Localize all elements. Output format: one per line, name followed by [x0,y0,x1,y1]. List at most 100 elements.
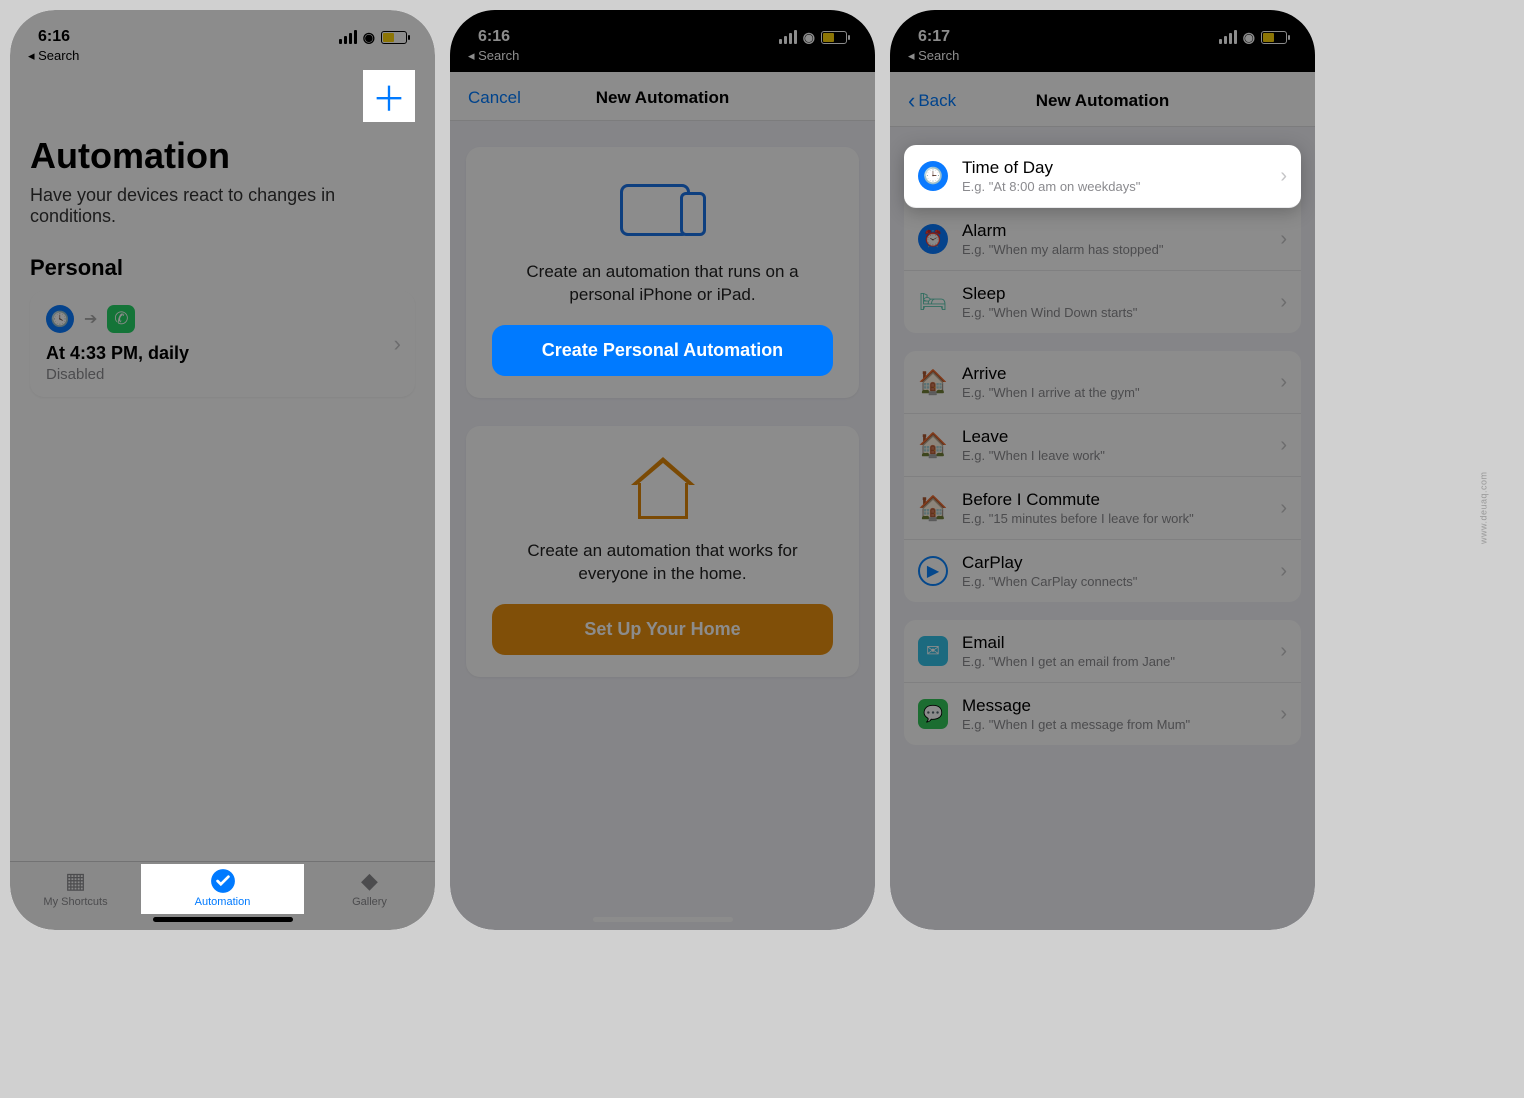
tab-my-shortcuts[interactable]: ▦ My Shortcuts [10,870,141,908]
row-subtitle: E.g. "When CarPlay connects" [962,574,1280,589]
row-title: Before I Commute [962,490,1280,510]
automation-card-status: Disabled [46,366,399,383]
phone-screen-2: 6:16 ◉ ◂ Search Cancel New Automation Cr… [450,10,875,930]
devices-icon [620,175,706,245]
chevron-right-icon: › [1280,640,1287,663]
automation-card-title: At 4:33 PM, daily [46,343,399,364]
personal-automation-card: Create an automation that runs on a pers… [466,147,859,398]
automation-icon [209,870,237,892]
trigger-group-time: 🕒 Time of Day E.g. "At 8:00 am on weekda… [904,145,1301,333]
row-title: Email [962,633,1280,653]
row-subtitle: E.g. "When Wind Down starts" [962,305,1280,320]
trigger-email[interactable]: ✉ Email E.g. "When I get an email from J… [904,620,1301,683]
chevron-right-icon: › [1280,371,1287,394]
trigger-sleep[interactable]: 🛏 Sleep E.g. "When Wind Down starts" › [904,271,1301,333]
personal-card-text: Create an automation that runs on a pers… [492,261,833,307]
clock-icon: 🕓 [46,305,74,333]
chevron-right-icon: › [1280,497,1287,520]
status-indicators: ◉ [779,29,847,46]
commute-icon: 🏠 [918,493,948,523]
trigger-before-commute[interactable]: 🏠 Before I Commute E.g. "15 minutes befo… [904,477,1301,540]
row-subtitle: E.g. "When I get a message from Mum" [962,717,1280,732]
home-card-text: Create an automation that works for ever… [492,540,833,586]
status-bar: 6:16 ◉ [450,10,875,48]
trigger-time-of-day[interactable]: 🕒 Time of Day E.g. "At 8:00 am on weekda… [904,145,1301,208]
status-time: 6:16 [478,28,510,46]
home-automation-card: Create an automation that works for ever… [466,426,859,677]
chevron-right-icon: › [1280,703,1287,726]
home-icon [633,454,693,524]
chevron-right-icon: › [1280,291,1287,314]
trigger-carplay[interactable]: ▶ CarPlay E.g. "When CarPlay connects" › [904,540,1301,602]
row-title: Arrive [962,364,1280,384]
row-title: CarPlay [962,553,1280,573]
row-subtitle: E.g. "When I arrive at the gym" [962,385,1280,400]
watermark: www.deuaq.com [1479,471,1489,544]
row-subtitle: E.g. "When I get an email from Jane" [962,654,1280,669]
wifi-icon: ◉ [1243,29,1255,46]
grid-icon: ▦ [62,870,90,892]
trigger-group-comm: ✉ Email E.g. "When I get an email from J… [904,620,1301,745]
status-bar: 6:16 ◉ [10,10,435,48]
battery-icon [381,31,407,44]
signal-icon [339,30,357,44]
wifi-icon: ◉ [803,29,815,46]
automation-card[interactable]: 🕓 ➔ ✆ At 4:33 PM, daily Disabled › [30,291,415,397]
trigger-alarm[interactable]: ⏰ Alarm E.g. "When my alarm has stopped"… [904,208,1301,271]
back-label: Back [918,91,956,111]
row-title: Leave [962,427,1280,447]
row-title: Alarm [962,221,1280,241]
chevron-right-icon: › [1280,560,1287,583]
status-time: 6:16 [38,28,70,46]
status-bar: 6:17 ◉ [890,10,1315,48]
chevron-right-icon: › [1280,228,1287,251]
battery-icon [1261,31,1287,44]
row-subtitle: E.g. "When I leave work" [962,448,1280,463]
home-indicator[interactable] [153,917,293,922]
tab-automation[interactable]: Automation [141,864,304,914]
trigger-arrive[interactable]: 🏠 Arrive E.g. "When I arrive at the gym"… [904,351,1301,414]
nav-title: New Automation [596,88,729,108]
row-subtitle: E.g. "At 8:00 am on weekdays" [962,179,1280,194]
status-indicators: ◉ [339,29,407,46]
nav-bar: ‹ Back New Automation [890,72,1315,127]
page-title: Automation [30,135,415,177]
add-automation-button[interactable]: ＋ [363,70,415,122]
back-to-search[interactable]: ◂ Search [890,48,1315,72]
email-icon: ✉ [918,636,948,666]
chevron-right-icon: › [1280,165,1287,188]
status-time: 6:17 [918,28,950,46]
create-personal-automation-button[interactable]: Create Personal Automation [492,325,833,376]
phone-screen-3: 6:17 ◉ ◂ Search ‹ Back New Automation 🕒 … [890,10,1315,930]
tab-label: Gallery [352,896,387,908]
chevron-right-icon: › [394,331,401,357]
home-indicator[interactable] [593,917,733,922]
row-subtitle: E.g. "When my alarm has stopped" [962,242,1280,257]
chevron-left-icon: ‹ [908,88,915,114]
back-to-search[interactable]: ◂ Search [10,48,435,70]
arrive-icon: 🏠 [918,367,948,397]
tab-gallery[interactable]: ◆ Gallery [304,870,435,908]
status-indicators: ◉ [1219,29,1287,46]
trigger-leave[interactable]: 🏠 Leave E.g. "When I leave work" › [904,414,1301,477]
trigger-group-location: 🏠 Arrive E.g. "When I arrive at the gym"… [904,351,1301,602]
back-to-search[interactable]: ◂ Search [450,48,875,72]
bed-icon: 🛏 [918,287,948,317]
plus-icon: ＋ [372,72,406,121]
trigger-message[interactable]: 💬 Message E.g. "When I get a message fro… [904,683,1301,745]
signal-icon [1219,30,1237,44]
row-subtitle: E.g. "15 minutes before I leave for work… [962,511,1280,526]
setup-home-button[interactable]: Set Up Your Home [492,604,833,655]
section-personal: Personal [30,255,415,281]
leave-icon: 🏠 [918,430,948,460]
chevron-right-icon: › [1280,434,1287,457]
battery-icon [821,31,847,44]
arrow-icon: ➔ [84,309,97,329]
tab-label: Automation [195,896,251,908]
carplay-icon: ▶ [918,556,948,586]
row-title: Sleep [962,284,1280,304]
cancel-button[interactable]: Cancel [468,88,521,108]
tab-label: My Shortcuts [43,896,107,908]
page-subtitle: Have your devices react to changes in co… [30,185,415,227]
back-button[interactable]: ‹ Back [908,88,956,114]
